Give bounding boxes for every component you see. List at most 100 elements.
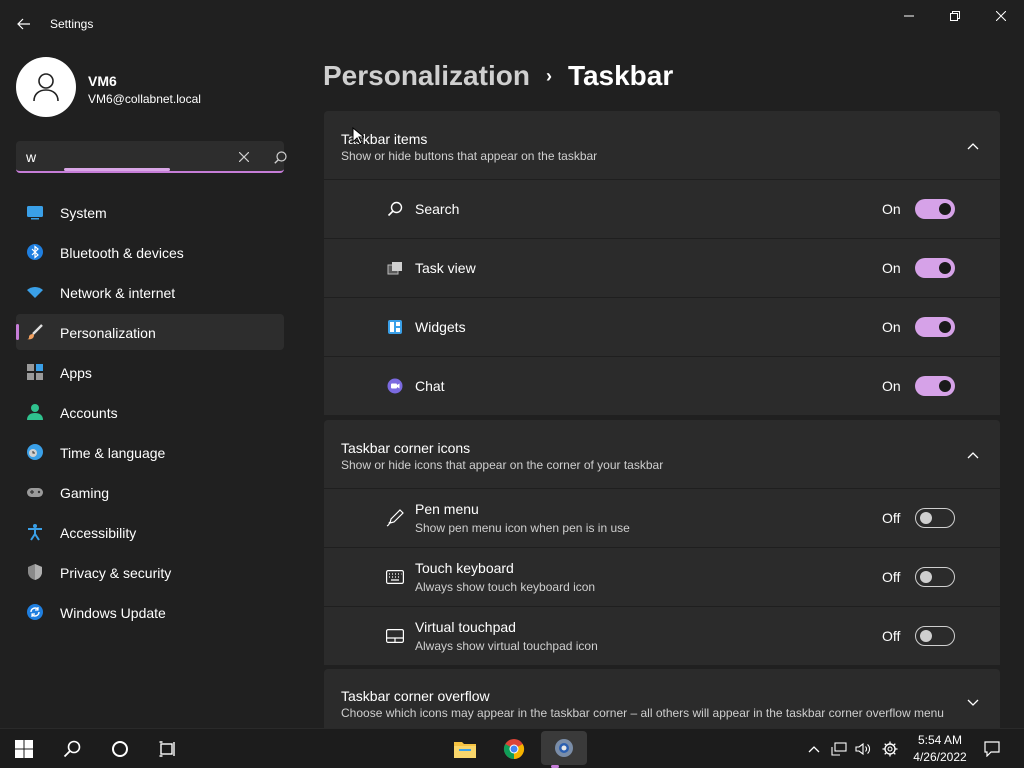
task-view-icon — [387, 262, 402, 275]
task-view-button[interactable] — [154, 735, 182, 763]
touch-keyboard-toggle[interactable] — [915, 567, 955, 587]
setting-description: Always show touch keyboard icon — [415, 580, 596, 594]
chat-toggle[interactable] — [915, 376, 955, 396]
toggle-knob — [939, 262, 951, 274]
sidebar-item-label: System — [60, 205, 107, 221]
row-icon-wrap — [386, 259, 404, 277]
sidebar-item-label: Windows Update — [60, 605, 166, 621]
setting-label: Widgets — [415, 319, 466, 335]
sidebar-item-network[interactable]: Network & internet — [16, 274, 284, 310]
row-icon-wrap — [386, 318, 404, 336]
sidebar-item-label: Network & internet — [60, 285, 176, 301]
user-icon — [33, 73, 59, 102]
network-tray-button[interactable] — [830, 740, 848, 758]
toggle-state-label: On — [882, 201, 901, 217]
search-toggle[interactable] — [915, 199, 955, 219]
taskbar-search-button[interactable] — [58, 735, 86, 763]
toggle-state-label: On — [882, 260, 901, 276]
search-progress-indicator — [64, 168, 170, 171]
sidebar-item-personalization[interactable]: Personalization — [16, 314, 284, 350]
settings-app-button[interactable] — [541, 731, 587, 768]
widgets-toggle[interactable] — [915, 317, 955, 337]
title-bar: Settings — [0, 0, 1024, 48]
toggle-knob — [920, 512, 932, 524]
toggle-state-label: On — [882, 378, 901, 394]
network-icon — [831, 742, 847, 756]
sidebar-item-label: Time & language — [60, 445, 166, 461]
row-icon-wrap — [386, 509, 404, 527]
sidebar-item-time-language[interactable]: Time & language — [16, 434, 284, 470]
search-icon — [273, 150, 287, 164]
avatar[interactable] — [16, 57, 76, 117]
sidebar-item-gaming[interactable]: Gaming — [16, 474, 284, 510]
sidebar-item-accessibility[interactable]: Accessibility — [16, 514, 284, 550]
sidebar-item-label: Accounts — [60, 405, 118, 421]
widgets-icon — [388, 320, 402, 334]
setting-label: Virtual touchpad — [415, 619, 516, 635]
expand-button[interactable] — [966, 696, 980, 710]
volume-icon — [855, 742, 870, 756]
maximize-button[interactable] — [932, 0, 978, 32]
keyboard-icon — [386, 570, 404, 584]
brush-icon — [27, 324, 43, 340]
sidebar-item-bluetooth[interactable]: Bluetooth & devices — [16, 234, 284, 270]
search-box[interactable] — [16, 141, 287, 173]
bluetooth-icon — [27, 244, 43, 260]
sidebar-item-system[interactable]: System — [16, 194, 284, 230]
sidebar-item-accounts[interactable]: Accounts — [16, 394, 284, 430]
wifi-icon — [27, 287, 43, 298]
notification-icon — [984, 741, 1000, 757]
minimize-button[interactable] — [886, 0, 932, 32]
toggle-state-label: Off — [882, 569, 901, 585]
clock-time[interactable]: 5:54 AM — [910, 733, 970, 747]
chevron-down-icon — [967, 699, 979, 706]
toggle-state-label: On — [882, 319, 901, 335]
setting-label: Chat — [415, 378, 445, 394]
sidebar-item-label: Privacy & security — [60, 565, 172, 581]
shield-icon — [28, 564, 42, 580]
collapse-button[interactable] — [966, 448, 980, 462]
toggle-state-label: Off — [882, 510, 901, 526]
search-submit-button[interactable] — [272, 149, 288, 165]
user-name: VM6 — [88, 73, 117, 89]
taskbar-corner-overflow-section[interactable]: Taskbar corner overflow Choose which ico… — [324, 669, 1000, 728]
taskbar-items-header[interactable]: Taskbar items Show or hide buttons that … — [324, 111, 1000, 179]
cortana-button[interactable] — [106, 735, 134, 763]
setting-description: Always show virtual touchpad icon — [415, 639, 598, 653]
breadcrumb-separator-icon: › — [545, 65, 552, 86]
taskbar-corner-icons-section: Taskbar corner icons Show or hide icons … — [324, 420, 1000, 665]
accessibility-icon — [28, 524, 42, 541]
file-explorer-button[interactable] — [451, 735, 479, 763]
taskbar-corner-icons-header[interactable]: Taskbar corner icons Show or hide icons … — [324, 420, 1000, 488]
breadcrumb-parent-link[interactable]: Personalization — [323, 60, 530, 92]
sidebar-item-privacy-security[interactable]: Privacy & security — [16, 554, 284, 590]
clock-date[interactable]: 4/26/2022 — [910, 750, 970, 764]
virtual-touchpad-toggle[interactable] — [915, 626, 955, 646]
search-icon — [63, 740, 81, 758]
chevron-up-icon — [808, 746, 820, 753]
show-hidden-icons-button[interactable] — [805, 740, 823, 758]
back-button[interactable] — [14, 14, 34, 34]
volume-tray-button[interactable] — [854, 740, 872, 758]
chevron-up-icon — [967, 452, 979, 459]
clear-search-button[interactable] — [236, 149, 252, 165]
notification-center-button[interactable] — [983, 740, 1001, 758]
collapse-button[interactable] — [966, 139, 980, 153]
section-title: Taskbar corner icons — [341, 440, 471, 456]
chrome-button[interactable] — [500, 735, 528, 763]
close-button[interactable] — [978, 0, 1024, 32]
settings-tray-button[interactable] — [881, 740, 899, 758]
sidebar-item-windows-update[interactable]: Windows Update — [16, 594, 284, 630]
task-view-icon — [159, 741, 175, 757]
task-view-toggle[interactable] — [915, 258, 955, 278]
windows-taskbar: 5:54 AM 4/26/2022 — [0, 728, 1024, 768]
sidebar-item-label: Gaming — [60, 485, 110, 501]
start-button[interactable] — [10, 735, 38, 763]
sidebar-item-apps[interactable]: Apps — [16, 354, 284, 390]
pen-menu-toggle[interactable] — [915, 508, 955, 528]
touchpad-icon — [386, 629, 404, 643]
toggle-state-label: Off — [882, 628, 901, 644]
search-input[interactable] — [26, 147, 216, 167]
setting-row-pen-menu: Pen menu Show pen menu icon when pen is … — [324, 488, 1000, 547]
setting-row-chat: Chat On — [324, 356, 1000, 415]
